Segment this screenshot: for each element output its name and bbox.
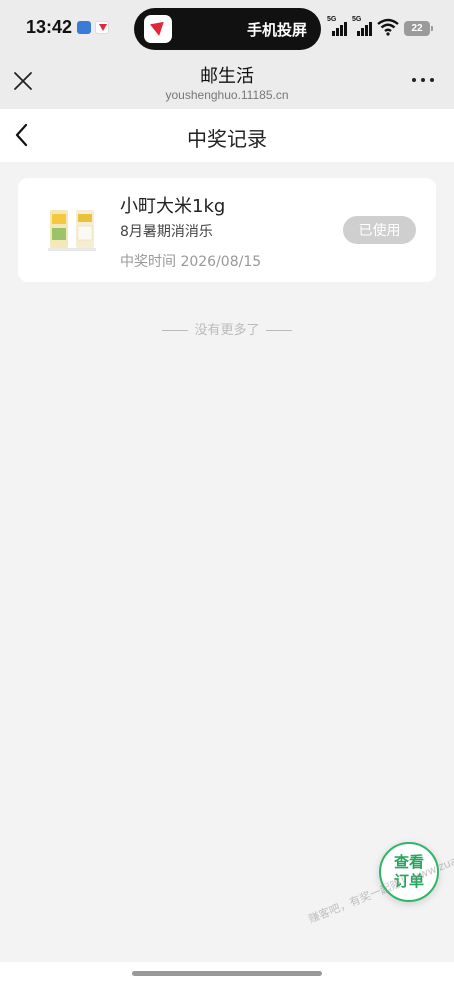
page-title: 中奖记录 (187, 127, 267, 151)
signal-icon: 5G (352, 16, 372, 36)
app-logo-icon (144, 15, 172, 43)
signal-icon: 5G (327, 16, 347, 36)
list-end-text: 没有更多了 (194, 323, 260, 338)
battery-icon: 22 (404, 21, 433, 36)
wifi-icon (377, 18, 399, 36)
app-title: 邮生活 (200, 66, 254, 87)
system-icons: 5G 5G 22 (327, 16, 433, 36)
prize-time: 中奖时间 2026/08/15 (120, 254, 262, 270)
app-notification-icon (95, 21, 109, 34)
prize-name: 小町大米1kg (120, 196, 226, 217)
divider (162, 330, 189, 331)
rice-product-image (48, 210, 96, 251)
screen-cast-island[interactable]: 手机投屏 (134, 8, 321, 50)
status-time: 13:42 (26, 17, 73, 37)
prize-activity: 8月暑期消消乐 (120, 224, 213, 240)
list-end-indicator: 没有更多了 (0, 319, 454, 338)
divider (265, 330, 292, 331)
screen-cast-label: 手机投屏 (246, 21, 307, 39)
app-header: 邮生活 youshenghuo.11185.cn (0, 56, 454, 109)
more-options-icon[interactable] (412, 78, 434, 82)
prize-record-card[interactable]: 小町大米1kg 8月暑期消消乐 中奖时间 2026/08/15 已使用 (18, 178, 436, 282)
home-indicator[interactable] (132, 971, 322, 976)
message-notification-icon (77, 21, 91, 34)
status-bar: 13:42 手机投屏 5G 5G 22 (0, 0, 454, 56)
app-url: youshenghuo.11185.cn (165, 88, 289, 102)
page-header: 中奖记录 (0, 109, 454, 162)
notification-icons (77, 21, 109, 34)
used-status-badge: 已使用 (343, 216, 416, 244)
